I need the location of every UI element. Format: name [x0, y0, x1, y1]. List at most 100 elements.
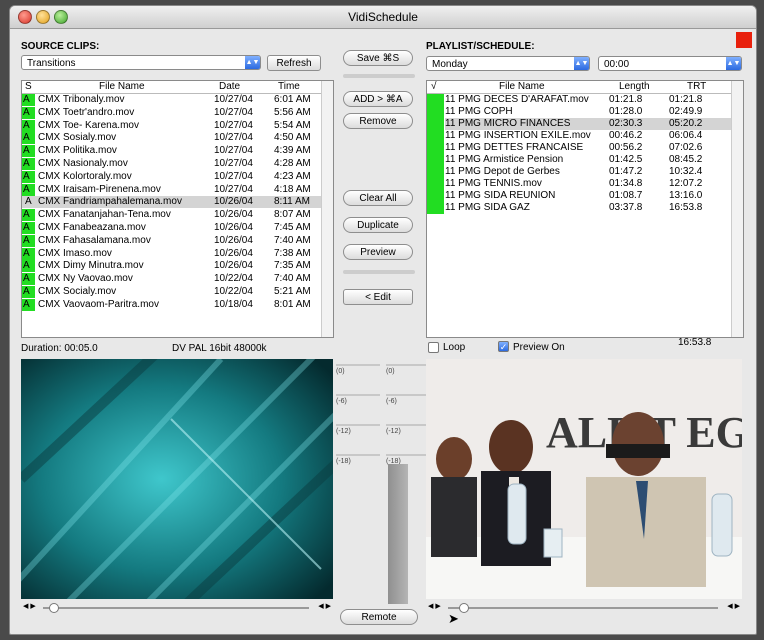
clip-time: 7:38 AM: [274, 247, 311, 259]
playlist-scrubber[interactable]: ◀ ▶ ◀ ▶: [426, 603, 742, 613]
playlist-file-name: 11 PMG Armistice Pension: [445, 154, 564, 165]
minimize-window-button[interactable]: [36, 10, 50, 24]
playlist-row[interactable]: 11 PMG INSERTION EXILE.mov 00:46.2 06:06.4: [445, 130, 731, 142]
col-header-date[interactable]: Date: [219, 81, 240, 92]
remove-button[interactable]: Remove: [343, 113, 413, 129]
step-forward-icon[interactable]: ◀ ▶: [727, 602, 740, 610]
source-clip-row[interactable]: A CMX Vaovaom-Paritra.mov 10/18/04 8:01 AM: [22, 298, 321, 311]
playlist-trt: 02:49.9: [669, 106, 703, 117]
vu-tick: [336, 424, 380, 426]
preview-button[interactable]: Preview: [343, 244, 413, 260]
source-clip-row[interactable]: A CMX Fanabeazana.mov 10/26/04 7:45 AM: [22, 222, 321, 234]
source-clip-row[interactable]: A CMX Tribonaly.mov 10/27/04 6:01 AM: [22, 94, 321, 106]
playlist-scrub-knob[interactable]: [459, 603, 469, 613]
clip-date: 10/26/04: [214, 247, 253, 259]
source-scrub-knob[interactable]: [49, 603, 59, 613]
clear-all-button[interactable]: Clear All: [343, 190, 413, 206]
day-select[interactable]: Monday ▲▼: [426, 56, 590, 71]
clip-format: DV PAL 16bit 48000k: [172, 343, 267, 354]
source-clip-row[interactable]: A CMX Iraisam-Pirenena.mov 10/27/04 4:18 AM: [22, 183, 321, 196]
clip-status: A: [22, 158, 35, 170]
playlist-length: 01:47.2: [609, 166, 643, 177]
loop-checkbox[interactable]: [428, 342, 439, 353]
source-clip-row[interactable]: A CMX Ny Vaovao.mov 10/22/04 7:40 AM: [22, 273, 321, 286]
col-header-time[interactable]: Time: [278, 81, 300, 92]
playlist-file-name: 11 PMG TENNIS.mov: [445, 178, 542, 189]
source-clip-row[interactable]: A CMX Socialy.mov 10/22/04 5:21 AM: [22, 286, 321, 298]
window-title: VidiSchedule: [348, 10, 418, 24]
source-clip-row[interactable]: A CMX Nasionaly.mov 10/27/04 4:28 AM: [22, 158, 321, 170]
clip-file-name: CMX Fanatanjahan-Tena.mov: [38, 209, 171, 221]
playlist-length: 02:30.3: [609, 118, 643, 129]
playlist-file-name: 11 PMG DETTES FRANCAISE: [445, 142, 584, 153]
playlist-trt: 12:07.2: [669, 178, 703, 189]
source-clip-row[interactable]: A CMX Fanatanjahan-Tena.mov 10/26/04 8:07 A…: [22, 209, 321, 222]
source-clip-row[interactable]: A CMX Kolortoraly.mov 10/27/04 4:23 AM: [22, 170, 321, 183]
playlist-scrollbar[interactable]: [731, 81, 743, 337]
clip-date: 10/26/04: [214, 234, 253, 246]
source-clip-row[interactable]: A CMX Politika.mov 10/27/04 4:39 AM: [22, 145, 321, 158]
playlist-row[interactable]: 11 PMG Armistice Pension 01:42.5 08:45.2: [445, 154, 731, 166]
source-clip-row[interactable]: A CMX Toe- Karena.mov 10/27/04 5:54 AM: [22, 119, 321, 132]
playlist-file-name: 11 PMG DECES D'ARAFAT.mov: [445, 94, 589, 105]
playlist-row[interactable]: 11 PMG TENNIS.mov 01:34.8 12:07.2: [445, 178, 731, 190]
playlist-row[interactable]: 11 PMG MICRO FINANCES 02:30.3 05:20.2: [445, 118, 731, 130]
clip-date: 10/22/04: [214, 273, 253, 285]
clip-file-name: CMX Imaso.mov: [38, 247, 112, 259]
step-forward-icon[interactable]: ◀ ▶: [318, 602, 331, 610]
col-header-status[interactable]: S: [25, 81, 32, 92]
playlist-list[interactable]: √ File Name Length TRT 11 PMG DECES D'AR…: [426, 80, 744, 338]
col-header-length[interactable]: Length: [619, 81, 650, 92]
source-scrubber[interactable]: ◀ ▶ ◀ ▶: [21, 603, 333, 613]
playlist-file-name: 11 PMG INSERTION EXILE.mov: [445, 130, 591, 141]
source-clip-row[interactable]: A CMX Toetr'andro.mov 10/27/04 5:56 AM: [22, 106, 321, 119]
playlist-row[interactable]: 11 PMG DETTES FRANCAISE 00:56.2 07:02.6: [445, 142, 731, 154]
playlist-row[interactable]: 11 PMG Depot de Gerbes 01:47.2 10:32.4: [445, 166, 731, 178]
source-category-select[interactable]: Transitions ▲▼: [21, 55, 261, 70]
playlist-trt: 16:53.8: [669, 202, 703, 213]
source-clip-row[interactable]: A CMX Dimy Minutra.mov 10/26/04 7:35 AM: [22, 260, 321, 273]
duplicate-button[interactable]: Duplicate: [343, 217, 413, 233]
time-select[interactable]: 00:00 ▲▼: [598, 56, 742, 71]
close-window-button[interactable]: [18, 10, 32, 24]
add-button[interactable]: ADD > ⌘A: [343, 91, 413, 107]
vu-label: (-6): [386, 398, 397, 405]
apple-a-shortcut-icon: ⌘A: [385, 94, 403, 105]
vu-label: (0): [386, 368, 395, 375]
col-header-check[interactable]: √: [431, 81, 437, 92]
step-back-icon[interactable]: ◀ ▶: [428, 602, 441, 610]
step-back-icon[interactable]: ◀ ▶: [23, 602, 36, 610]
zoom-window-button[interactable]: [54, 10, 68, 24]
source-clip-row[interactable]: A CMX Fandriampahalemana.mov 10/26/04 8:11 …: [22, 196, 321, 209]
source-video-preview: [21, 359, 333, 599]
vu-meter-left: (0) (-6) (-12) (-18): [336, 364, 380, 604]
source-clip-row[interactable]: A CMX Sosialy.mov 10/27/04 4:50 AM: [22, 132, 321, 145]
refresh-button[interactable]: Refresh: [267, 55, 321, 71]
clip-file-name: CMX Kolortoraly.mov: [38, 170, 132, 182]
clip-status: A: [22, 183, 35, 196]
playlist-length: 01:42.5: [609, 154, 643, 165]
save-button[interactable]: Save ⌘S: [343, 50, 413, 66]
source-clip-row[interactable]: A CMX Fahasalamana.mov 10/26/04 7:40 AM: [22, 234, 321, 247]
day-value: Monday: [432, 59, 468, 70]
remote-button[interactable]: Remote: [340, 609, 418, 625]
col-header-file-name[interactable]: File Name: [499, 81, 545, 92]
col-header-trt[interactable]: TRT: [687, 81, 706, 92]
playlist-row[interactable]: 11 PMG COPH 01:28.0 02:49.9: [445, 106, 731, 118]
col-header-file-name[interactable]: File Name: [99, 81, 145, 92]
source-clip-row[interactable]: A CMX Imaso.mov 10/26/04 7:38 AM: [22, 247, 321, 260]
playlist-length: 00:56.2: [609, 142, 643, 153]
playlist-row[interactable]: 11 PMG SIDA GAZ 03:37.8 16:53.8: [445, 202, 731, 214]
edit-button[interactable]: < Edit: [343, 289, 413, 305]
clip-date: 10/27/04: [214, 106, 253, 118]
playlist-row[interactable]: 11 PMG DECES D'ARAFAT.mov 01:21.8 01:21.8: [445, 94, 731, 106]
clip-file-name: CMX Toetr'andro.mov: [38, 106, 135, 118]
playlist-length: 01:28.0: [609, 106, 643, 117]
source-clips-list[interactable]: S File Name Date Time A CMX Tribonaly.mov…: [21, 80, 334, 338]
vu-label: (-18): [336, 458, 351, 465]
clip-time: 7:40 AM: [274, 234, 311, 246]
source-list-scrollbar[interactable]: [321, 81, 333, 337]
preview-on-checkbox[interactable]: ✓: [498, 341, 509, 352]
clip-status: A: [22, 209, 35, 222]
playlist-row[interactable]: 11 PMG SIDA REUNION 01:08.7 13:16.0: [445, 190, 731, 202]
